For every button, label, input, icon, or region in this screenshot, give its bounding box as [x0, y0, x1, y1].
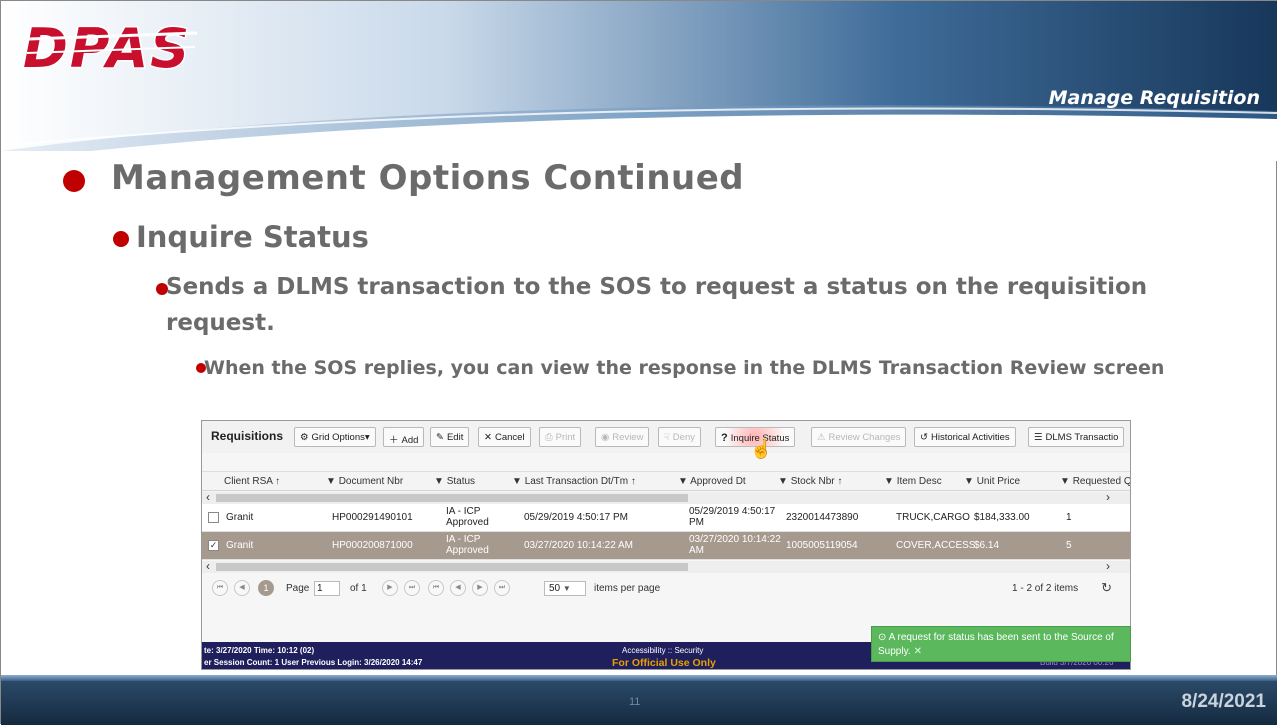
- bullet-level3: Sends a DLMS transaction to the SOS to r…: [166, 274, 1148, 336]
- first-page-icon-2[interactable]: ⏮: [428, 580, 444, 596]
- dpas-logo: DPAS: [19, 15, 204, 81]
- table-row-selected[interactable]: ✓ Granit HP000200871000 IA - ICP Approved…: [202, 532, 1130, 560]
- scroll-thumb[interactable]: [216, 563, 688, 571]
- last-page-icon[interactable]: ⏭: [404, 580, 420, 596]
- warning-icon: ⚠: [817, 432, 826, 443]
- question-icon: ?: [721, 432, 728, 444]
- session-date: te: 3/27/2020 Time: 10:12 (02): [204, 646, 315, 655]
- next-page-icon[interactable]: ▶: [382, 580, 398, 596]
- session-info: er Session Count: 1 User Previous Login:…: [204, 658, 423, 667]
- items-range: 1 - 2 of 2 items: [1012, 583, 1079, 594]
- bullet-level2: Inquire Status: [136, 220, 369, 254]
- pager: ⏮ ◀ 1 Page 1 of 1 ▶ ⏭ ⏮ ◀ ▶ ⏭ 50 ▼ items…: [202, 574, 1130, 602]
- accessibility-security-links[interactable]: Accessibility :: Security: [622, 646, 703, 655]
- filter-icon: ▼: [1060, 476, 1073, 487]
- column-approved-dt[interactable]: ▼ Approved Dt: [678, 476, 746, 487]
- grid-options-button[interactable]: ⚙ Grid Options▾: [294, 427, 376, 447]
- edit-button[interactable]: ✎ Edit: [430, 427, 470, 447]
- historical-activities-button[interactable]: ↺ Historical Activities: [914, 427, 1016, 447]
- column-requested-qty[interactable]: ▼ Requested Qt: [1060, 476, 1130, 487]
- plus-icon: ＋: [389, 435, 399, 446]
- column-client-rsa[interactable]: Client RSA ↑: [224, 476, 280, 487]
- close-icon: ✕: [484, 432, 492, 443]
- column-item-desc[interactable]: ▼ Item Desc: [884, 476, 942, 487]
- prev-page-icon-2[interactable]: ◀: [450, 580, 466, 596]
- grid-title: Requisitions: [211, 429, 284, 443]
- bullet-dot-level1: [63, 170, 85, 192]
- filter-icon: ▼: [326, 476, 339, 487]
- fouo-label: For Official Use Only: [612, 657, 716, 669]
- row-checkbox[interactable]: [208, 512, 219, 523]
- column-stock-nbr[interactable]: ▼ Stock Nbr ↑: [778, 476, 842, 487]
- thumbs-down-icon: ☟: [664, 432, 670, 443]
- filter-icon: ▼: [778, 476, 791, 487]
- scroll-left-icon[interactable]: ‹: [206, 490, 210, 504]
- page-of-label: of 1: [350, 583, 367, 594]
- column-last-transaction[interactable]: ▼ Last Transaction Dt/Tm ↑: [512, 476, 636, 487]
- gear-icon: ⚙: [300, 432, 309, 443]
- current-page-button[interactable]: 1: [258, 580, 274, 596]
- scroll-right-icon[interactable]: ›: [1106, 559, 1110, 573]
- bullet-level1: Management Options Continued: [111, 158, 745, 198]
- eye-icon: ◉: [601, 432, 610, 443]
- review-button[interactable]: ◉ Review: [595, 427, 650, 447]
- table-row[interactable]: Granit HP000291490101 IA - ICP Approved 0…: [202, 504, 1130, 532]
- first-page-icon[interactable]: ⏮: [212, 580, 228, 596]
- column-unit-price[interactable]: ▼ Unit Price: [964, 476, 1020, 487]
- filter-icon: ▼: [884, 476, 897, 487]
- pencil-icon: ✎: [436, 432, 444, 443]
- list-icon: ☰: [1034, 432, 1043, 443]
- chevron-down-icon: ▼: [562, 584, 571, 593]
- section-title: Manage Requisition: [1048, 87, 1260, 109]
- scroll-left-icon[interactable]: ‹: [206, 559, 210, 573]
- print-button[interactable]: ⎙ Print: [539, 427, 582, 447]
- prev-page-icon[interactable]: ◀: [234, 580, 250, 596]
- dlms-transactions-button[interactable]: ☰ DLMS Transactio: [1028, 427, 1125, 447]
- slide: DPAS Manage Requisition Management Optio…: [0, 0, 1277, 725]
- column-document-nbr[interactable]: ▼ Document Nbr: [326, 476, 403, 487]
- bullet-dot-level2: [113, 231, 129, 247]
- review-changes-button[interactable]: ⚠ Review Changes: [811, 427, 907, 447]
- slide-date: 8/24/2021: [1181, 691, 1266, 712]
- grid-header: Client RSA ↑ ▼ Document Nbr ▼ Status ▼ L…: [202, 471, 1130, 491]
- scroll-right-icon[interactable]: ›: [1106, 490, 1110, 504]
- bullet-level4: When the SOS replies, you can view the r…: [204, 357, 1165, 379]
- filter-icon: ▼: [434, 476, 447, 487]
- page-label: Page: [286, 583, 310, 594]
- filter-icon: ▼: [964, 476, 977, 487]
- column-status[interactable]: ▼ Status: [434, 476, 475, 487]
- success-toast: ⊙ A request for status has been sent to …: [871, 626, 1131, 662]
- page-number: 11: [629, 696, 641, 708]
- bottom-horizontal-scrollbar[interactable]: ‹ ›: [202, 559, 1130, 573]
- next-page-icon-2[interactable]: ▶: [472, 580, 488, 596]
- check-circle-icon: ⊙: [878, 632, 889, 643]
- last-page-icon-2[interactable]: ⏭: [494, 580, 510, 596]
- filter-icon: ▼: [512, 476, 525, 487]
- refresh-icon[interactable]: ↻: [1101, 580, 1112, 596]
- scroll-thumb[interactable]: [216, 494, 688, 502]
- slide-header: DPAS Manage Requisition: [1, 1, 1277, 161]
- add-button[interactable]: ＋ Add: [383, 427, 425, 447]
- history-icon: ↺: [920, 432, 928, 443]
- toast-close-icon[interactable]: ✕: [914, 646, 922, 657]
- page-input[interactable]: 1: [314, 581, 340, 596]
- printer-icon: ⎙: [545, 432, 553, 443]
- hand-pointer-icon: ☝: [750, 439, 773, 459]
- toolbar: Requisitions ⚙ Grid Options▾ ＋ Add ✎ Edit ✕…: [202, 421, 1130, 453]
- filter-icon: ▼: [678, 476, 691, 487]
- row-checkbox-checked[interactable]: ✓: [208, 540, 219, 551]
- deny-button[interactable]: ☟ Deny: [658, 427, 701, 447]
- cancel-button[interactable]: ✕ Cancel: [478, 427, 531, 447]
- items-per-page-label: items per page: [594, 583, 661, 594]
- top-horizontal-scrollbar[interactable]: ‹ ›: [202, 490, 1130, 504]
- items-per-page-select[interactable]: 50 ▼: [544, 581, 586, 596]
